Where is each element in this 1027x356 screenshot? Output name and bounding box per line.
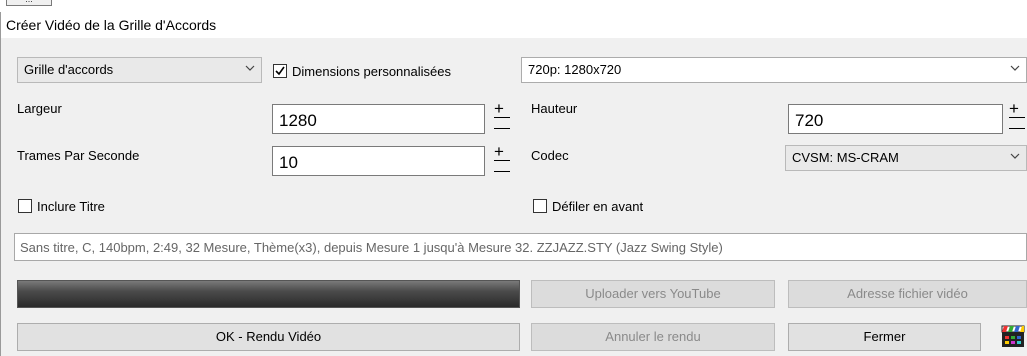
chevron-down-icon: [1010, 65, 1020, 71]
plus-icon[interactable]: +: [1009, 100, 1019, 117]
mode-select-value: Grille d'accords: [24, 62, 114, 77]
close-button[interactable]: Fermer: [788, 323, 981, 351]
checkmark-icon: [275, 66, 285, 76]
menu-stub-label: ...: [25, 0, 33, 4]
height-value: 720: [795, 111, 824, 130]
plus-icon[interactable]: +: [494, 100, 504, 117]
chevron-down-icon: [1010, 153, 1020, 159]
stepper-divider: [494, 117, 510, 118]
song-summary-field: Sans titre, C, 140bpm, 2:49, 32 Mesure, …: [14, 233, 1027, 261]
codec-label: Codec: [531, 148, 569, 163]
mode-select[interactable]: Grille d'accords: [17, 57, 262, 83]
chevron-down-icon: [245, 65, 255, 71]
resolution-select[interactable]: 720p: 1280x720: [521, 57, 1027, 83]
minus-icon[interactable]: [494, 171, 510, 172]
include-title-checkbox[interactable]: [18, 199, 32, 213]
height-stepper[interactable]: +: [1007, 100, 1027, 132]
fps-stepper[interactable]: +: [492, 143, 512, 175]
menu-stub: ...: [6, 0, 52, 6]
include-title-label: Inclure Titre: [37, 199, 105, 214]
stepper-divider: [494, 160, 510, 161]
plus-icon[interactable]: +: [494, 143, 504, 160]
fps-label: Trames Par Seconde: [17, 148, 140, 163]
cancel-render-button[interactable]: Annuler le rendu: [531, 323, 775, 351]
scroll-ahead-checkbox[interactable]: [533, 199, 547, 213]
minus-icon[interactable]: [1009, 128, 1025, 129]
minus-icon[interactable]: [494, 128, 510, 129]
custom-dimensions-checkbox[interactable]: [273, 64, 287, 78]
clapperboard-icon[interactable]: [1000, 323, 1026, 349]
ok-render-button[interactable]: OK - Rendu Vidéo: [17, 323, 520, 351]
upload-youtube-button[interactable]: Uploader vers YouTube: [531, 280, 775, 308]
width-input[interactable]: 1280: [272, 104, 485, 134]
height-label: Hauteur: [531, 101, 578, 116]
width-value: 1280: [279, 111, 317, 130]
resolution-select-value: 720p: 1280x720: [528, 62, 622, 77]
video-file-address-button[interactable]: Adresse fichier vidéo: [788, 280, 1027, 308]
codec-select-value: CVSM: MS-CRAM: [792, 150, 899, 165]
song-summary-text: Sans titre, C, 140bpm, 2:49, 32 Mesure, …: [20, 240, 723, 255]
custom-dimensions-label: Dimensions personnalisées: [292, 64, 451, 79]
clapperboard-icon-graphic: [1001, 325, 1025, 347]
fps-input[interactable]: 10: [272, 146, 485, 176]
width-label: Largeur: [17, 101, 62, 116]
dialog-title: Créer Vidéo de la Grille d'Accords: [6, 17, 217, 33]
width-stepper[interactable]: +: [492, 100, 512, 132]
stepper-divider: [1009, 117, 1025, 118]
codec-select[interactable]: CVSM: MS-CRAM: [785, 145, 1027, 171]
scroll-ahead-label: Défiler en avant: [552, 199, 644, 214]
fps-value: 10: [279, 153, 298, 172]
height-input[interactable]: 720: [788, 104, 1003, 134]
render-progress-bar: [17, 280, 520, 308]
